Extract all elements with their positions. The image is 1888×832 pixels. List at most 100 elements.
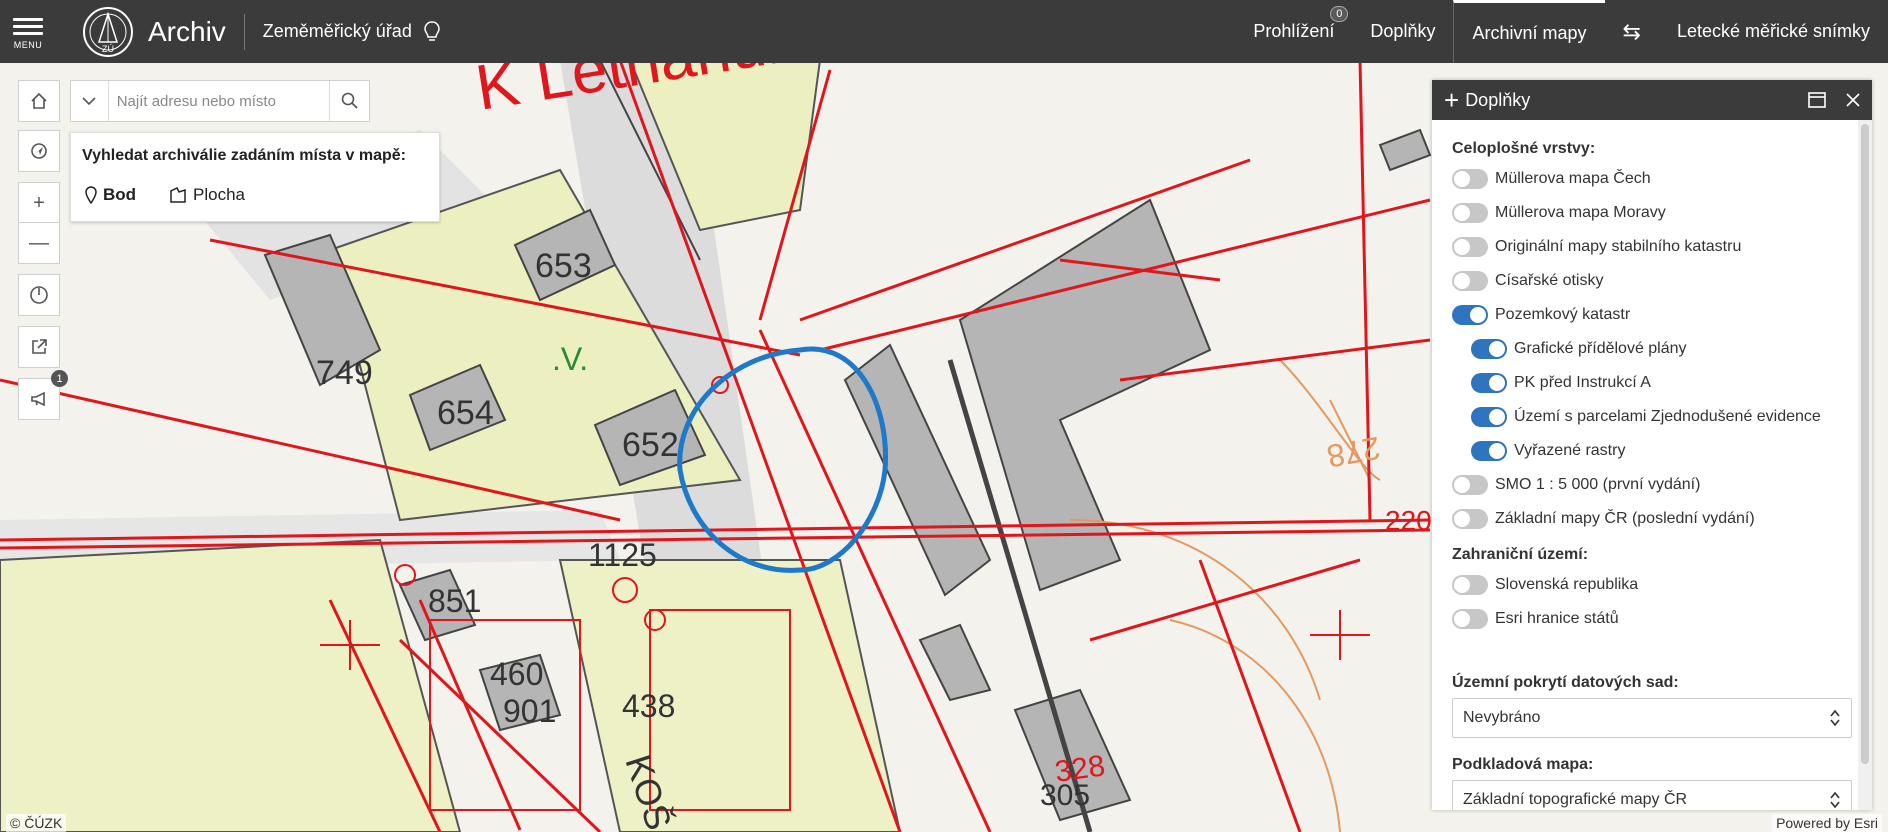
foreign-layer-toggle[interactable] [1452,575,1488,595]
layer-row[interactable]: Pozemkový katastr [1452,298,1872,332]
nav-letecke-snimky[interactable]: Letecké měřické snímky [1659,0,1888,63]
nav-doplnky[interactable]: Doplňky [1352,0,1453,63]
home-icon [31,92,47,109]
addons-panel-title: Doplňky [1465,89,1531,110]
map-label-438: 438 [622,688,675,724]
layer-row[interactable]: PK před Instrukcí A [1452,366,1872,400]
app-header: MENU ZÚ Archiv Zeměměřický úřad Prohlíže… [0,0,1888,63]
search-button[interactable] [329,81,369,121]
layer-row[interactable]: Müllerova mapa Moravy [1452,196,1872,230]
layer-row[interactable]: Grafické přídělové plány [1452,332,1872,366]
zu-logo-icon: ZÚ [83,6,133,57]
layer-label: Území s parcelami Zjednodušené evidence [1514,408,1821,425]
clock-icon [30,286,48,304]
zoom-out-button[interactable]: — [18,222,60,264]
header-divider [243,13,245,50]
layer-toggle[interactable] [1452,203,1488,223]
layer-toggle[interactable] [1452,169,1488,189]
announcement-button[interactable]: 1 [18,370,68,420]
select-arrows-icon [1830,791,1840,809]
layer-label: Müllerova mapa Moravy [1495,204,1666,221]
layer-label: Originální mapy stabilního katastru [1495,238,1742,255]
layer-toggle[interactable] [1471,339,1507,359]
foreign-layer-label: Esri hranice států [1495,610,1619,627]
basemap-select-value: Základní topografické mapy ČR [1463,791,1688,808]
search-area-option[interactable]: Plocha [169,185,245,205]
section-full-coverage: Celoplošné vrstvy: [1452,140,1596,157]
foreign-layer-label: Slovenská republika [1495,576,1639,593]
close-icon[interactable] [1846,93,1860,107]
layer-row[interactable]: Území s parcelami Zjednodušené evidence [1452,400,1872,434]
plus-icon: + [33,191,45,214]
map-label-460: 460 [490,656,543,692]
layer-toggle[interactable] [1452,271,1488,291]
foreign-layer-row[interactable]: Esri hranice států [1452,602,1872,636]
nav-prohlizeni[interactable]: Prohlížení 0 [1235,0,1352,63]
foreign-layer-row[interactable]: Slovenská republika [1452,568,1872,602]
layer-label: SMO 1 : 5 000 (první vydání) [1495,476,1701,493]
map-pin-icon [85,186,97,204]
layer-row[interactable]: Müllerova mapa Čech [1452,162,1872,196]
search-point-label: Bod [103,185,137,204]
layer-toggle[interactable] [1452,305,1488,325]
menu-label: MENU [13,39,43,50]
search-area-label: Plocha [193,185,245,204]
nav-archivni-mapy-label: Archivní mapy [1472,22,1587,43]
layer-label: PK před Instrukcí A [1514,374,1651,391]
powered-by-esri[interactable]: Powered by Esri [1772,814,1882,832]
coverage-select-value: Nevybráno [1463,709,1541,726]
map-label-v: .V. [552,341,588,377]
zoom-in-button[interactable]: + [18,182,60,224]
layer-toggle[interactable] [1452,475,1488,495]
search-point-option[interactable]: Bod [85,185,136,205]
search-source-dropdown[interactable] [71,81,109,121]
layer-label: Císařské otisky [1495,272,1604,289]
basemap-select[interactable]: Základní topografické mapy ČR [1452,780,1852,810]
layer-label: Müllerova mapa Čech [1495,170,1651,187]
nav-archivni-mapy[interactable]: Archivní mapy [1453,0,1605,63]
share-button[interactable] [18,326,60,368]
prohlizeni-count-badge: 0 [1330,6,1349,22]
layer-toggle[interactable] [1452,509,1488,529]
layer-toggle[interactable] [1471,441,1507,461]
plus-icon: + [1444,85,1460,115]
layer-toggle[interactable] [1452,237,1488,257]
search-icon [341,92,358,109]
layer-list: Müllerova mapa Čech Müllerova mapa Moravy… [1452,162,1872,536]
layer-row[interactable]: Vyřazené rastry [1452,434,1872,468]
layer-label: Grafické přídělové plány [1514,340,1687,357]
basemap-label: Podkladová mapa: [1452,756,1594,773]
layer-row[interactable]: Základní mapy ČR (poslední vydání) [1452,502,1872,536]
layer-row[interactable]: SMO 1 : 5 000 (první vydání) [1452,468,1872,502]
foreign-layer-toggle[interactable] [1452,609,1488,629]
panel-scrollbar[interactable] [1858,120,1872,810]
layer-row[interactable]: Císařské otisky [1452,264,1872,298]
share-icon [32,339,47,354]
panel-scrollbar-thumb[interactable] [1861,124,1869,764]
app-title: Archiv [148,15,226,47]
lightbulb-icon[interactable] [424,20,440,43]
addons-panel-header: + Doplňky [1432,80,1872,120]
layer-toggle[interactable] [1471,407,1507,427]
maximize-icon[interactable] [1808,92,1826,108]
map-label-654: 654 [437,394,494,432]
hamburger-icon [13,14,43,39]
nav-letecke-snimky-label: Letecké měřické snímky [1676,21,1870,41]
select-arrows-icon [1830,709,1840,727]
timeline-button[interactable] [18,274,60,316]
search-input[interactable] [108,81,330,121]
megaphone-icon [31,391,45,407]
coverage-select[interactable]: Nevybráno [1452,698,1852,738]
layer-label: Pozemkový katastr [1495,306,1631,323]
map-label-328: 328 [1053,749,1107,789]
announcement-count-badge: 1 [51,370,68,387]
locate-button[interactable] [18,130,60,172]
chevron-down-icon [82,97,96,106]
layer-toggle[interactable] [1471,373,1507,393]
menu-button[interactable]: MENU [0,0,56,63]
swap-arrows-icon[interactable]: ⇆ [1605,19,1659,45]
home-button[interactable] [18,80,60,122]
polygon-icon [170,187,186,203]
layer-row[interactable]: Originální mapy stabilního katastru [1452,230,1872,264]
map-label-653: 653 [535,247,592,285]
